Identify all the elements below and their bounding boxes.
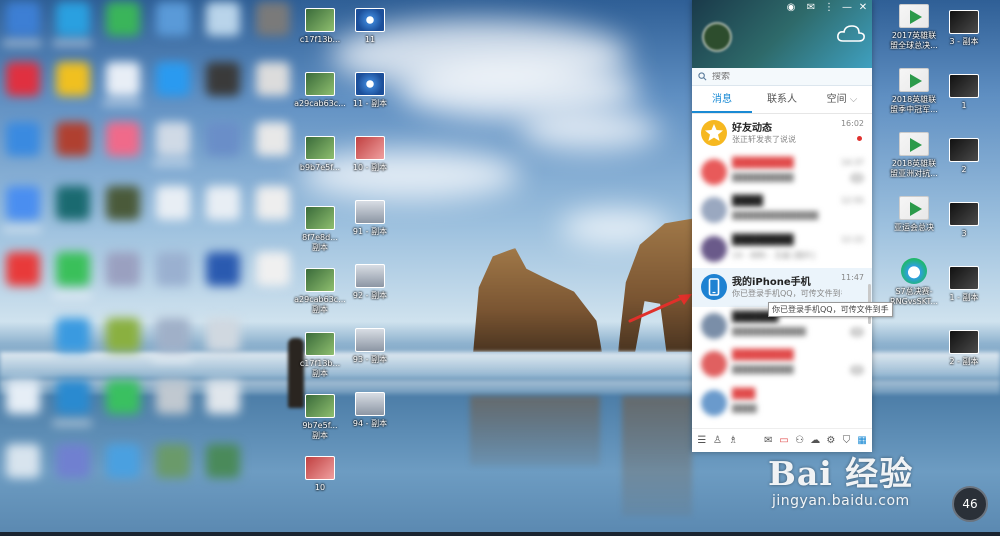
- game-icon[interactable]: ⚇: [794, 435, 806, 447]
- tab-contacts[interactable]: 联系人: [752, 86, 812, 113]
- phone-icon: [701, 274, 727, 300]
- star-icon: [701, 120, 727, 146]
- unread-count-badge: 3: [850, 326, 864, 337]
- close-icon[interactable]: ✕: [856, 2, 870, 14]
- red-card-image-icon: [305, 456, 335, 480]
- pc-image-icon: [355, 264, 385, 288]
- movie-player-icon: [901, 258, 927, 284]
- conversation-item-blurred[interactable]: ████████ ██████████ 5: [692, 345, 872, 384]
- dark-image-icon: [949, 10, 979, 34]
- main-menu-icon[interactable]: ☰: [696, 435, 708, 447]
- desktop-file-icon[interactable]: 93 - 副本: [340, 328, 400, 365]
- unread-count-badge: 12: [850, 172, 864, 183]
- tab-messages[interactable]: 消息: [692, 86, 752, 113]
- red-card-image-icon: [355, 136, 385, 160]
- gpu-card-image-icon: [305, 136, 335, 160]
- qq-tab-bar: 消息 联系人 空间 ⌵: [692, 86, 872, 114]
- more-menu-icon[interactable]: ⋮: [822, 2, 836, 14]
- video-file-icon: [899, 132, 929, 156]
- unread-dot: [857, 136, 862, 141]
- search-icon: [698, 72, 707, 81]
- avatar: [701, 158, 727, 185]
- qq-main-panel: ◉ ✉ ⋮ — ✕ 消息 联系人 空间 ⌵ 好友动态 张正轩发表了说说 16:0…: [692, 0, 872, 452]
- mail-icon[interactable]: ✉: [804, 2, 818, 14]
- conversation-item-blurred[interactable]: ████ ██████████████ 12:55: [692, 191, 872, 230]
- dark-image-icon: [949, 138, 979, 162]
- desktop-file-icon[interactable]: 2 - 副本: [934, 330, 994, 367]
- gpu-card-image-icon: [305, 332, 335, 356]
- desktop-file-icon[interactable]: 11 - 副本: [340, 72, 400, 109]
- red-arrow-annotation: [628, 294, 692, 323]
- conversation-item-blurred[interactable]: ███ ████: [692, 384, 872, 423]
- shield-icon[interactable]: ⛉: [840, 435, 852, 447]
- desktop-file-icon[interactable]: 3: [934, 202, 994, 239]
- desktop-file-icon[interactable]: 2: [934, 138, 994, 175]
- dark-image-icon: [949, 330, 979, 354]
- tab-space-label: 空间: [826, 94, 847, 105]
- fan-image-icon: [355, 72, 385, 96]
- conversation-item-blurred[interactable]: ████████ ██████████ 14:37 12: [692, 153, 872, 192]
- video-file-icon: [899, 4, 929, 28]
- dark-image-icon: [949, 202, 979, 226]
- blurred-desktop-icons: [0, 0, 295, 536]
- gpu-card-image-icon: [305, 394, 335, 418]
- desktop-file-icon[interactable]: 10 - 副本: [340, 136, 400, 173]
- baidu-jingyan-watermark: Bai 经验 jingyan.baidu.com: [768, 447, 913, 509]
- screen-icon[interactable]: ▭: [778, 435, 790, 447]
- dark-image-icon: [949, 74, 979, 98]
- mail-icon[interactable]: ✉: [762, 435, 774, 447]
- gpu-card-image-icon: [305, 268, 335, 292]
- gpu-card-image-icon: [305, 8, 335, 32]
- video-file-icon: [899, 196, 929, 220]
- avatar: [701, 312, 727, 339]
- conversation-item-my-iphone[interactable]: 我的iPhone手机 你已登录手机QQ，可传文件到手 11:47: [692, 268, 872, 307]
- pc-image-icon: [355, 200, 385, 224]
- group-icon[interactable]: ♗: [727, 435, 739, 447]
- desktop-file-icon[interactable]: 92 - 副本: [340, 264, 400, 301]
- video-file-icon: [899, 68, 929, 92]
- desktop-file-icon[interactable]: 1: [934, 74, 994, 111]
- avatar: [701, 235, 727, 262]
- desktop-file-icon[interactable]: 3 - 副本: [934, 10, 994, 47]
- status-badge: 46: [952, 486, 988, 522]
- gpu-card-image-icon: [305, 206, 335, 230]
- tab-space[interactable]: 空间 ⌵: [812, 86, 872, 113]
- search-bar[interactable]: [692, 68, 872, 86]
- cloud-icon[interactable]: ☁: [809, 435, 821, 447]
- qq-header: ◉ ✉ ⋮ — ✕: [692, 0, 872, 68]
- desktop-file-icon[interactable]: 94 - 副本: [340, 392, 400, 429]
- desktop-file-icon[interactable]: 1 - 副本: [934, 266, 994, 303]
- desktop-file-icon[interactable]: 91 - 副本: [340, 200, 400, 237]
- gpu-card-image-icon: [305, 72, 335, 96]
- dark-image-icon: [949, 266, 979, 290]
- taskbar: [0, 532, 1000, 536]
- chevron-down-icon: ⌵: [849, 94, 858, 105]
- avatar[interactable]: [702, 22, 732, 52]
- fan-image-icon: [355, 8, 385, 32]
- desktop-file-icon[interactable]: 11: [340, 8, 400, 45]
- pc-image-icon: [355, 328, 385, 352]
- search-input[interactable]: [712, 71, 852, 82]
- add-friend-icon[interactable]: ♙: [711, 435, 723, 447]
- tooltip: 你已登录手机QQ，可传文件到手: [768, 302, 893, 317]
- watermark-logo-text: Bai 经验: [768, 454, 914, 493]
- avatar: [701, 389, 727, 416]
- minimize-icon[interactable]: —: [840, 2, 854, 14]
- weather-cloud-icon[interactable]: [836, 24, 866, 44]
- conversation-item-blurred[interactable]: ████████ 19 - 材料 - 王超 [图片] 12:22: [692, 230, 872, 269]
- qq-logo-icon[interactable]: ◉: [784, 2, 798, 14]
- conversation-item-friend-feed[interactable]: 好友动态 张正轩发表了说说 16:02: [692, 114, 872, 153]
- desktop-file-icon[interactable]: 10: [290, 456, 350, 493]
- conversation-list: 好友动态 张正轩发表了说说 16:02 ████████ ██████████ …: [692, 114, 872, 424]
- unread-count-badge: 5: [850, 365, 864, 375]
- app-manager-icon[interactable]: ▦: [856, 435, 868, 447]
- gear-icon[interactable]: ⚙: [825, 435, 837, 447]
- pc-image-icon: [355, 392, 385, 416]
- watermark-url: jingyan.baidu.com: [772, 493, 910, 509]
- avatar: [701, 351, 727, 377]
- avatar: [701, 197, 727, 223]
